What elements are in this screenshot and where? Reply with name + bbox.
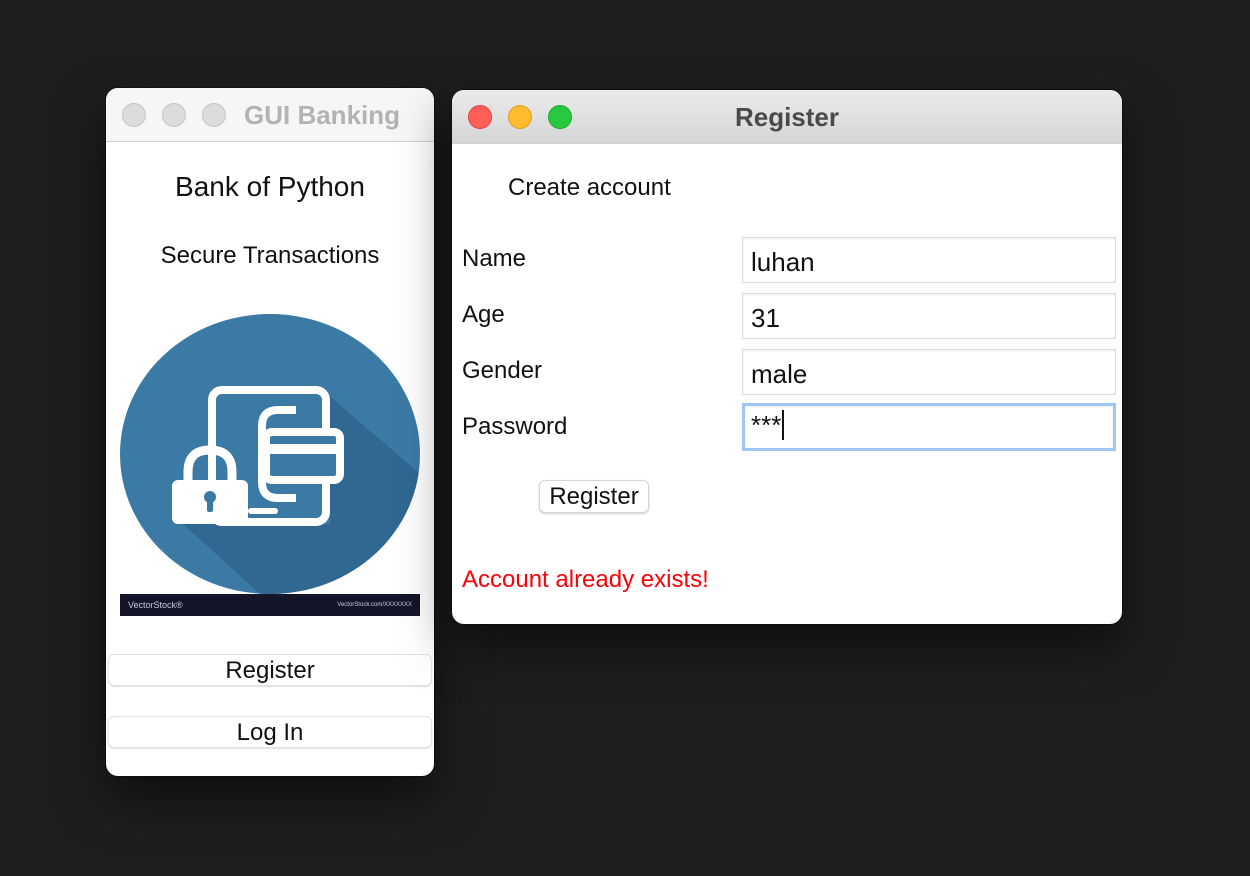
banking-window: GUI Banking Bank of Python Secure Transa… — [106, 88, 434, 776]
zoom-window-button[interactable] — [202, 103, 226, 127]
watermark-brand: VectorStock® — [128, 600, 183, 610]
bank-name-heading: Bank of Python — [175, 171, 365, 202]
password-masked-value: *** — [751, 409, 782, 440]
error-message: Account already exists! — [462, 566, 709, 593]
register-window: Register Create account Name Age Gender … — [452, 90, 1122, 624]
password-label: Password — [462, 413, 568, 440]
secure-payment-icon — [120, 314, 420, 594]
gender-field[interactable] — [742, 349, 1116, 395]
age-label: Age — [462, 301, 505, 328]
secure-payment-image: VectorStock® VectorStock.com/XXXXXXX — [120, 314, 420, 616]
name-field[interactable] — [742, 237, 1116, 283]
create-account-heading: Create account — [508, 174, 671, 201]
name-label: Name — [462, 245, 527, 272]
submit-register-button[interactable]: Register — [539, 480, 649, 513]
banking-titlebar[interactable]: GUI Banking — [106, 88, 434, 142]
window-title: Register — [734, 102, 840, 132]
window-title: GUI Banking — [244, 100, 401, 130]
gender-label: Gender — [462, 357, 543, 384]
password-field[interactable]: *** — [742, 403, 1116, 451]
watermark-url: VectorStock.com/XXXXXXX — [337, 602, 412, 608]
register-button[interactable]: Register — [108, 654, 432, 686]
close-window-button[interactable] — [122, 103, 146, 127]
login-button[interactable]: Log In — [108, 716, 432, 748]
age-field[interactable] — [742, 293, 1116, 339]
bank-tagline: Secure Transactions — [160, 242, 380, 269]
image-watermark-bar: VectorStock® VectorStock.com/XXXXXXX — [120, 594, 420, 616]
register-titlebar[interactable]: Register — [452, 90, 1122, 144]
minimize-window-button[interactable] — [162, 103, 186, 127]
text-caret — [782, 410, 785, 441]
